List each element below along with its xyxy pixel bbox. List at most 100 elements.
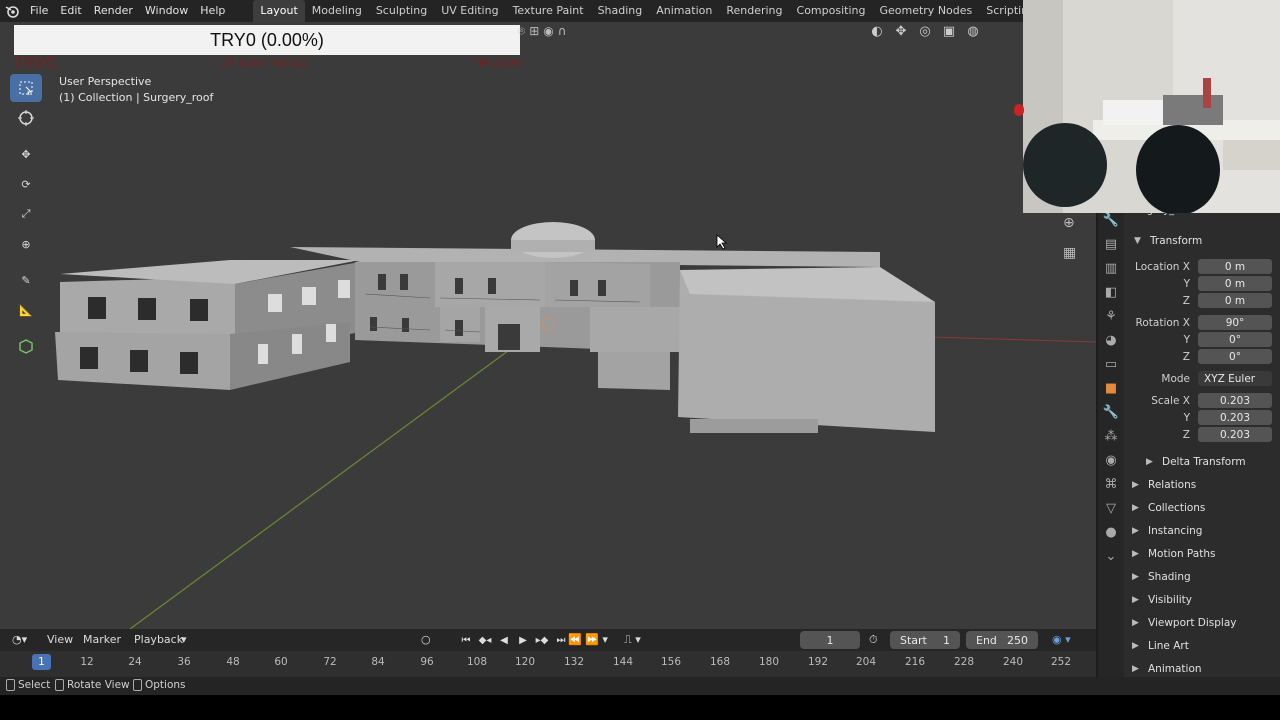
render-tab-icon[interactable]: ▤: [1105, 233, 1117, 257]
tab-animation[interactable]: Animation: [649, 0, 719, 22]
proportional-edit-icon[interactable]: ◉: [543, 24, 553, 39]
transform-panel-header[interactable]: ▼ Transform: [1134, 231, 1280, 251]
status-select: Select: [6, 679, 50, 691]
jump-keyframe-forward-icon[interactable]: ▸◆: [534, 631, 550, 649]
cursor-tool-icon[interactable]: [10, 104, 42, 132]
data-tab-icon[interactable]: ▽: [1106, 497, 1116, 521]
frame-tick: 216: [904, 656, 926, 668]
keying-icon[interactable]: ○: [421, 633, 431, 646]
scale-x-field[interactable]: 0.203: [1198, 393, 1272, 408]
snap-increment-icon[interactable]: ⊞: [529, 24, 539, 39]
stopwatch-icon[interactable]: ⏱: [869, 633, 878, 647]
move-tool-icon[interactable]: ✥: [10, 140, 42, 168]
viewport-display-header[interactable]: ▶ Viewport Display: [1132, 613, 1280, 633]
shading-solid-icon[interactable]: ◍: [964, 24, 982, 39]
screen-bottom-border: [0, 695, 1280, 720]
physics-tab-icon[interactable]: ◉: [1105, 449, 1116, 473]
ortho-toggle-icon[interactable]: ▦: [1063, 238, 1076, 268]
texture-tab-icon[interactable]: ⌄: [1106, 545, 1117, 569]
location-y-field[interactable]: 0 m: [1198, 276, 1272, 291]
annotate-tool-icon[interactable]: ✎: [10, 266, 42, 294]
output-tab-icon[interactable]: ▥: [1105, 257, 1117, 281]
end-label: End: [976, 633, 997, 647]
rotation-y-field[interactable]: 0°: [1198, 332, 1272, 347]
location-z-field[interactable]: 0 m: [1198, 293, 1272, 308]
rotation-x-field[interactable]: 90°: [1198, 315, 1272, 330]
relations-header[interactable]: ▶ Relations: [1132, 475, 1280, 495]
visibility-icon[interactable]: ◐: [868, 24, 886, 39]
scene-tab-icon[interactable]: ⚘: [1105, 305, 1117, 329]
menu-window[interactable]: Window: [139, 0, 194, 22]
line-art-header[interactable]: ▶ Line Art: [1132, 636, 1280, 656]
instancing-header[interactable]: ▶ Instancing: [1132, 521, 1280, 541]
visibility-header[interactable]: ▶ Visibility: [1132, 590, 1280, 610]
scale-z-field[interactable]: 0.203: [1198, 427, 1272, 442]
overlays-icon[interactable]: ◎: [916, 24, 934, 39]
scale-y-field[interactable]: 0.203: [1198, 410, 1272, 425]
rotation-mode-select[interactable]: XYZ Euler: [1198, 371, 1272, 386]
animation-header[interactable]: ▶ Animation: [1132, 659, 1280, 679]
gizmo-icon[interactable]: ✥: [892, 24, 910, 39]
view-layer-tab-icon[interactable]: ◧: [1105, 281, 1117, 305]
blender-logo-icon[interactable]: [0, 0, 24, 22]
auto-keying-icon[interactable]: ⎍ ▾: [624, 633, 641, 647]
scale-tool-icon[interactable]: ⤢: [10, 200, 42, 228]
transform-tool-icon[interactable]: ⊕: [10, 230, 42, 258]
current-frame-field[interactable]: 1: [800, 631, 860, 649]
motion-paths-header[interactable]: ▶ Motion Paths: [1132, 544, 1280, 564]
play-reverse-icon[interactable]: ◀: [496, 631, 512, 649]
tab-uv-editing[interactable]: UV Editing: [434, 0, 505, 22]
3d-viewport[interactable]: [0, 22, 1096, 629]
timeline-ruler[interactable]: [0, 651, 1096, 677]
mouse-left-icon: [6, 679, 15, 691]
tab-modeling[interactable]: Modeling: [305, 0, 369, 22]
xray-icon[interactable]: ▣: [940, 24, 958, 39]
timeline-playback-menu[interactable]: Playback: [134, 633, 183, 646]
jump-end-icon[interactable]: ⏭: [553, 631, 569, 649]
sync-icon[interactable]: ◉ ▾: [1052, 633, 1071, 646]
jump-start-icon[interactable]: ⏮: [458, 631, 474, 649]
shading-header[interactable]: ▶ Shading: [1132, 567, 1280, 587]
timeline-marker-menu[interactable]: Marker: [83, 633, 121, 646]
rotate-tool-icon[interactable]: ⟳: [10, 170, 42, 198]
select-box-tool-icon[interactable]: [10, 74, 42, 102]
play-icon[interactable]: ▶: [515, 631, 531, 649]
menu-help[interactable]: Help: [194, 0, 231, 22]
falloff-icon[interactable]: ∩: [558, 24, 567, 39]
rotation-z-field[interactable]: 0°: [1198, 349, 1272, 364]
collections-header[interactable]: ▶ Collections: [1132, 498, 1280, 518]
timeline-view-menu[interactable]: View: [47, 633, 73, 646]
snap-icon[interactable]: ⌾: [518, 24, 525, 39]
tab-shading[interactable]: Shading: [591, 0, 650, 22]
object-tab-icon[interactable]: ■: [1105, 377, 1117, 401]
tab-texture-paint[interactable]: Texture Paint: [506, 0, 591, 22]
rotation-x-label: Rotation X: [1135, 316, 1190, 329]
menu-render[interactable]: Render: [88, 0, 139, 22]
tool-shelf: ✥ ⟳ ⤢ ⊕ ✎ 📐: [10, 74, 42, 362]
end-frame-field[interactable]: End 250: [966, 631, 1038, 649]
tab-compositing[interactable]: Compositing: [790, 0, 873, 22]
delta-transform-header[interactable]: ▶ Delta Transform: [1146, 452, 1280, 472]
world-tab-icon[interactable]: ◕: [1105, 329, 1116, 353]
editor-type-icon[interactable]: ◔▾: [12, 633, 27, 646]
frame-step-icon[interactable]: ⏪ ⏩ ▾: [568, 633, 608, 646]
modifier-tab-icon[interactable]: 🔧: [1103, 401, 1119, 425]
current-frame-indicator[interactable]: 1: [32, 654, 51, 670]
menu-file[interactable]: File: [24, 0, 54, 22]
menu-edit[interactable]: Edit: [54, 0, 87, 22]
tab-sculpting[interactable]: Sculpting: [369, 0, 434, 22]
collection-tab-icon[interactable]: ▭: [1105, 353, 1117, 377]
tab-layout[interactable]: Layout: [253, 0, 305, 22]
tab-geometry-nodes[interactable]: Geometry Nodes: [872, 0, 979, 22]
start-frame-field[interactable]: Start 1: [890, 631, 960, 649]
location-x-field[interactable]: 0 m: [1198, 259, 1272, 274]
add-cube-tool-icon[interactable]: [10, 332, 42, 360]
measure-tool-icon[interactable]: 📐: [10, 296, 42, 324]
tab-rendering[interactable]: Rendering: [719, 0, 789, 22]
particles-tab-icon[interactable]: ⁂: [1105, 425, 1118, 449]
material-tab-icon[interactable]: ●: [1105, 521, 1116, 545]
jump-keyframe-back-icon[interactable]: ◆◂: [477, 631, 493, 649]
constraints-tab-icon[interactable]: ⌘: [1105, 473, 1118, 497]
rotation-mode-label: Mode: [1161, 372, 1190, 385]
main-menu: File Edit Render Window Help: [24, 0, 231, 22]
